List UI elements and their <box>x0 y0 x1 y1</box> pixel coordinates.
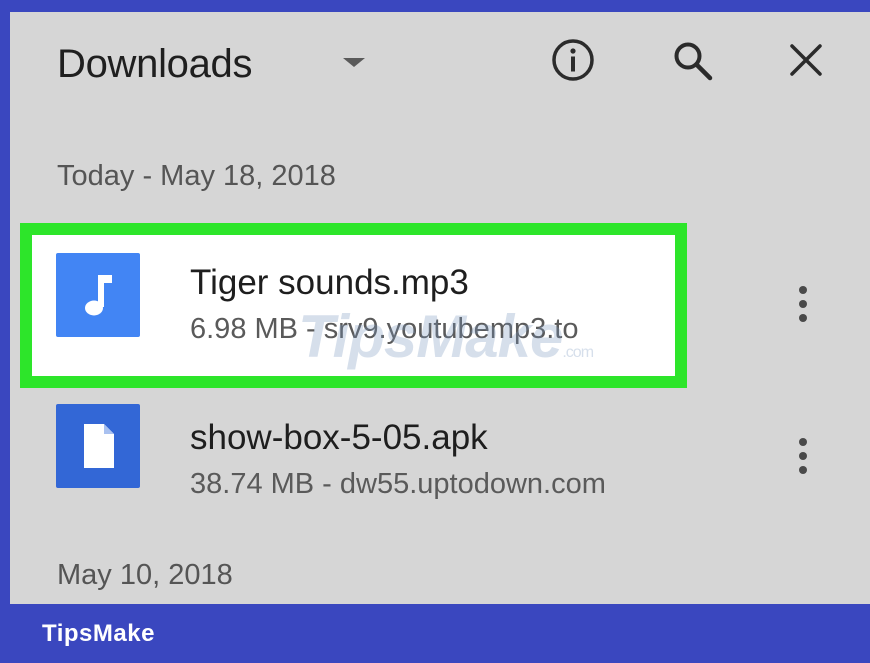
download-item[interactable]: show-box-5-05.apk 38.74 MB - dw55.uptodo… <box>10 378 870 518</box>
search-icon[interactable] <box>670 38 716 84</box>
page-title: Downloads <box>57 42 253 86</box>
file-meta: 38.74 MB - dw55.uptodown.com <box>190 468 606 500</box>
caret-down-icon[interactable] <box>343 58 365 67</box>
section-header-today: Today - May 18, 2018 <box>57 160 336 192</box>
info-icon[interactable] <box>550 37 596 83</box>
music-note-icon <box>56 253 140 337</box>
section-header-may-10: May 10, 2018 <box>57 559 233 591</box>
file-meta: 6.98 MB - srv9.youtubemp3.to <box>190 313 579 345</box>
brand-bar: TipsMake <box>0 604 870 663</box>
document-icon <box>56 404 140 488</box>
more-vert-icon[interactable] <box>788 282 818 332</box>
download-item[interactable]: Tiger sounds.mp3 6.98 MB - srv9.youtubem… <box>10 227 870 367</box>
close-icon[interactable] <box>786 40 826 80</box>
file-name: Tiger sounds.mp3 <box>190 263 469 302</box>
brand-logo-text: TipsMake <box>42 620 155 647</box>
file-name: show-box-5-05.apk <box>190 418 488 457</box>
more-vert-icon[interactable] <box>788 434 818 484</box>
downloads-screen: Downloads Today - May 18, 2018 Tiger sou… <box>10 12 870 604</box>
